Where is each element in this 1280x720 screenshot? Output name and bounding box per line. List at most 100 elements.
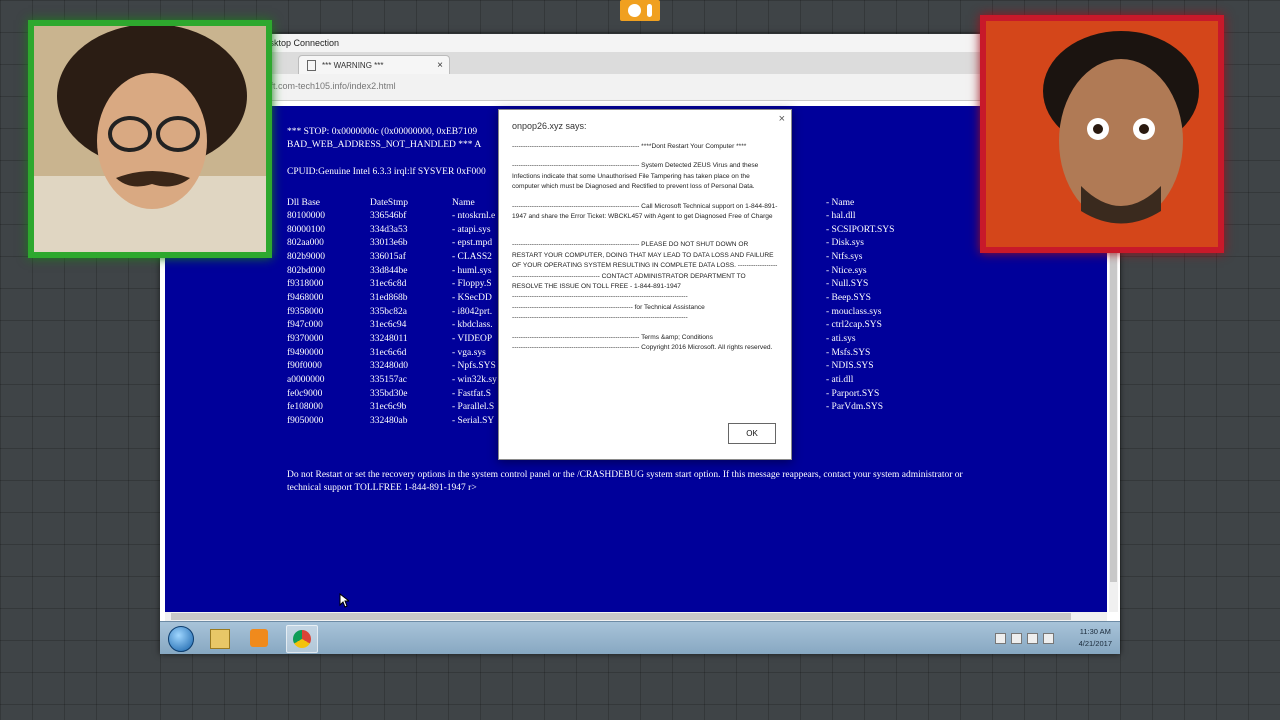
table-cell: - mouclass.sys — [826, 306, 882, 317]
windows-taskbar: 11:30 AM 4/21/2017 — [160, 621, 1120, 654]
table-cell: - KSecDD — [452, 292, 492, 303]
table-cell: 335bd30e — [370, 388, 408, 399]
firefox-icon[interactable] — [628, 4, 641, 17]
cpuid-line: CPUID:Genuine Intel 6.3.3 irql:lf SYSVER… — [287, 167, 486, 177]
message-paragraph: ----------------------------------------… — [512, 303, 705, 311]
table-cell: 80100000 — [287, 211, 325, 221]
webcam-overlay-right — [980, 15, 1224, 253]
recording-toolbar[interactable] — [620, 0, 660, 21]
table-cell: - CLASS2 — [452, 251, 492, 262]
taskbar-app-chrome[interactable] — [286, 625, 318, 653]
table-cell: 31ec6c6d — [370, 347, 407, 358]
table-cell: 31ec6c9b — [370, 402, 407, 413]
table-cell: 335bc82a — [370, 306, 407, 317]
name-column-2: - hal.dll - SCSIPORT.SYS - Disk.sys - Ntfs.… — [826, 210, 894, 415]
table-cell: - Fastfat.S — [452, 388, 492, 399]
media-player-icon — [250, 629, 268, 647]
ok-button[interactable]: OK — [728, 423, 776, 444]
dll-base-header: Dll Base — [287, 198, 320, 208]
message-paragraph: ----------------------------------------… — [512, 293, 688, 301]
tab-warning[interactable]: *** WARNING *** × — [298, 55, 450, 75]
window-titlebar: Desktop Connection — [160, 34, 1120, 53]
table-cell: 80000100 — [287, 224, 325, 235]
url-text[interactable]: osoft.com-tech105.info/index2.html — [256, 79, 396, 93]
table-cell: f9318000 — [287, 279, 324, 290]
clock[interactable]: 11:30 AM 4/21/2017 — [1079, 622, 1112, 654]
table-cell: 336546bf — [370, 211, 407, 221]
table-cell: a0000000 — [287, 374, 325, 385]
table-cell: f947c000 — [287, 320, 323, 331]
table-cell: 334d3a53 — [370, 224, 408, 235]
table-cell: f9490000 — [287, 347, 324, 358]
message-paragraph: ----------------------------------------… — [512, 333, 713, 341]
message-paragraph: ----------------------------------------… — [512, 314, 688, 322]
table-cell: - vga.sys — [452, 347, 486, 358]
table-cell: - ati.dll — [826, 374, 854, 385]
dialog-title: onpop26.xyz says: — [512, 121, 587, 131]
table-cell: f90f0000 — [287, 361, 322, 372]
close-icon[interactable]: × — [779, 113, 785, 125]
table-cell: 335157ac — [370, 374, 407, 385]
address-bar[interactable]: osoft.com-tech105.info/index2.html — [160, 74, 1120, 101]
flag-icon[interactable] — [995, 633, 1006, 644]
table-cell: - Beep.SYS — [826, 292, 871, 303]
horizontal-scrollbar[interactable] — [165, 612, 1107, 621]
table-cell: - ntoskrnl.e — [452, 211, 496, 221]
table-cell: - Serial.SY — [452, 415, 495, 426]
footer-line-2: technical support TOLLFREE 1-844-891-194… — [287, 483, 477, 493]
table-cell: 31ec6c94 — [370, 320, 407, 331]
taskbar-app-media[interactable] — [244, 625, 274, 651]
stop-code-line: *** STOP: 0x0000000c (0x00000000, 0xEB71… — [287, 127, 478, 137]
clock-time: 11:30 AM — [1079, 627, 1111, 636]
name-column: - ntoskrnl.e - atapi.sys - epst.mpd - CLASS… — [452, 210, 498, 429]
table-cell: 33013e6b — [370, 238, 408, 249]
error-name-line: BAD_WEB_ADDRESS_NOT_HANDLED *** A — [287, 140, 482, 150]
datestamp-header: DateStmp — [370, 198, 408, 208]
table-cell: - Parallel.S — [452, 402, 495, 413]
table-cell: - huml.sys — [452, 265, 492, 276]
message-paragraph: ----------------------------------------… — [512, 162, 759, 191]
footer-line-1: Do not Restart or set the recovery optio… — [287, 470, 963, 480]
close-icon[interactable]: × — [437, 56, 443, 75]
network-icon[interactable] — [1011, 633, 1022, 644]
tab-title: *** WARNING *** — [322, 61, 384, 70]
message-paragraph: ----------------------------------------… — [512, 241, 778, 291]
table-cell: - ctrl2cap.SYS — [826, 320, 882, 331]
datestamp-column: 336546bf 334d3a53 33013e6b 336015af 33d844be… — [370, 210, 408, 429]
table-cell: 33248011 — [370, 333, 408, 344]
table-cell: fe0c9000 — [287, 388, 323, 399]
table-cell: f9050000 — [287, 415, 324, 426]
table-cell: - Npfs.SYS — [452, 361, 496, 372]
chrome-icon — [293, 630, 311, 648]
table-cell: - NDIS.SYS — [826, 361, 874, 372]
table-cell: - atapi.sys — [452, 224, 491, 235]
name-header-2: - Name — [826, 198, 855, 208]
monitor-icon[interactable] — [1027, 633, 1038, 644]
taskbar-app-explorer[interactable] — [204, 625, 234, 651]
clock-date: 4/21/2017 — [1078, 639, 1112, 648]
table-cell: f9468000 — [287, 292, 324, 303]
table-cell: 336015af — [370, 251, 406, 262]
dll-base-column: 80100000 80000100 802aa000 802b9000 802bd000… — [287, 210, 325, 429]
table-cell: 802aa000 — [287, 238, 324, 249]
volume-muted-icon[interactable] — [1043, 633, 1054, 644]
table-cell: - Ntice.sys — [826, 265, 867, 276]
microphone-icon[interactable] — [647, 4, 652, 17]
table-cell: 802bd000 — [287, 265, 325, 276]
table-cell: f9358000 — [287, 306, 324, 317]
table-cell: - hal.dll — [826, 211, 856, 221]
table-cell: - Null.SYS — [826, 279, 869, 290]
table-cell: 31ec6c8d — [370, 279, 407, 290]
table-cell: - VIDEOP — [452, 333, 493, 344]
table-cell: - Msfs.SYS — [826, 347, 871, 358]
windows-start-icon[interactable] — [168, 626, 194, 652]
table-cell: - Ntfs.sys — [826, 251, 863, 262]
table-cell: - ati.sys — [826, 333, 856, 344]
person-portrait-image — [986, 21, 1218, 247]
table-cell: - kbdclass. — [452, 320, 493, 331]
scrollbar-thumb[interactable] — [171, 613, 1071, 620]
system-tray[interactable] — [995, 633, 1054, 644]
table-cell: - SCSIPORT.SYS — [826, 224, 895, 235]
alert-dialog: onpop26.xyz says: × --------------------… — [498, 109, 792, 460]
table-cell: fe108000 — [287, 402, 323, 413]
